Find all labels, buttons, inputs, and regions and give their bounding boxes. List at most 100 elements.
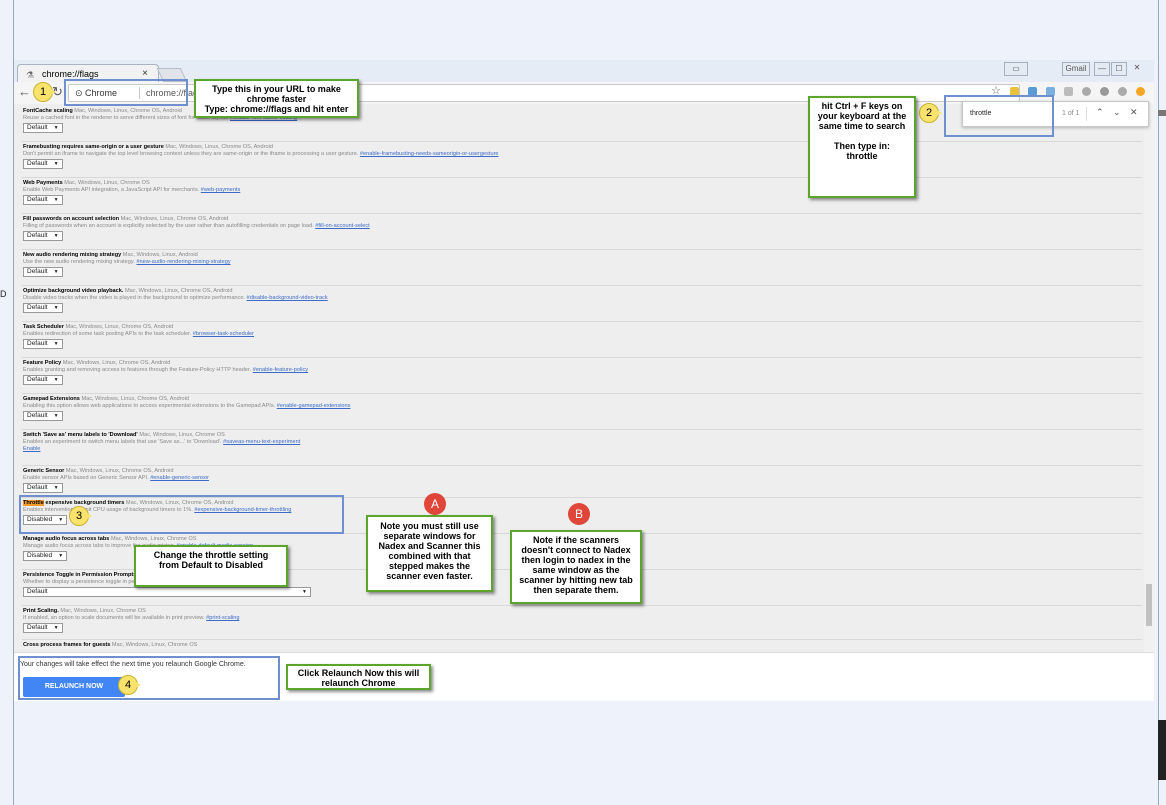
flag-anchor-link[interactable]: #browser-task-scheduler [193,331,254,337]
background-window-edge [1158,720,1166,780]
dropdown-arrow-icon: ▼ [53,125,59,131]
divider [22,141,1142,142]
flag-title: Task Scheduler [23,324,64,330]
divider [22,177,1142,178]
dropdown-arrow-icon: ▼ [53,625,59,631]
flag-platforms: Mac, Windows, Linux, Chrome OS, Android [165,144,273,150]
relaunch-highlight-box [18,656,280,700]
note-a-marker: A [424,493,446,515]
flag-anchor-link[interactable]: #saveas-menu-text-experiment [223,439,300,445]
back-arrow-icon[interactable]: ← [18,84,31,99]
flag-enable-link[interactable]: Enable [23,446,40,452]
flag-description: Enable Web Payments API integration, a J… [23,187,200,193]
flag-anchor-link[interactable]: #fill-on-account-select [315,223,369,229]
flag-description: Disable video tracks when the video is p… [23,295,246,301]
extension-icon[interactable] [1118,87,1127,96]
flag-select[interactable]: Default ▼ [23,339,63,349]
flag-select[interactable]: Default ▼ [23,303,63,313]
divider [22,321,1142,322]
dropdown-arrow-icon: ▼ [53,377,59,383]
flag-select[interactable]: Default ▼ [23,267,63,277]
flag-description: Enables granting and removing access to … [23,367,252,373]
flag-entry: Framebusting requires same-origin or a u… [23,144,499,169]
flag-select[interactable]: Default ▼ [23,123,63,133]
flag-description: Enables an experiment to switch menu lab… [23,439,222,445]
flag-title: Web Payments [23,180,63,186]
dropdown-arrow-icon: ▼ [53,269,59,275]
flag-anchor-link[interactable]: #web-payments [201,187,241,193]
flag-select[interactable]: Default ▼ [23,195,63,205]
scrollbar[interactable] [1144,104,1154,652]
gmail-badge[interactable]: Gmail [1062,62,1090,76]
flag-select[interactable]: Default ▼ [23,159,63,169]
divider [22,605,1142,606]
extension-icon[interactable] [1100,87,1109,96]
step-2-marker: 2 [919,103,942,123]
flag-anchor-link[interactable]: #print-scaling [206,615,239,621]
note-step-4: Click Relaunch Now this will relaunch Ch… [286,664,431,690]
flag-select[interactable]: Default ▼ [23,231,63,241]
flag-description: Don't permit an iframe to navigate the t… [23,151,359,157]
find-close-icon[interactable]: ✕ [1130,107,1138,118]
flag-title: FontCache scaling [23,108,73,114]
flag-select[interactable]: Default ▼ [23,483,63,493]
flag-platforms: Mac, Windows, Linux, Chrome OS, Android [62,360,171,366]
flag-entry: Task Scheduler Mac, Windows, Linux, Chro… [23,324,254,349]
minimize-button[interactable]: — [1094,62,1110,76]
close-window-button[interactable]: ✕ [1130,62,1144,74]
flag-description: Use the new audio rendering mixing strat… [23,259,135,265]
flag-platforms: Mac, Windows, Linux, Android [122,252,198,258]
step-4-marker: 4 [118,675,141,695]
note-b: Note if the scanners doesn't connect to … [510,530,642,604]
flag-anchor-link[interactable]: #enable-gamepad-extensions [277,403,351,409]
scrollbar-thumb[interactable] [1146,584,1152,626]
find-count: 1 of 1 [1062,110,1080,117]
extension-icon[interactable] [1064,87,1073,96]
flag-select[interactable]: Default ▼ [23,623,63,633]
background-window-edge [1158,110,1166,116]
divider [22,393,1142,394]
flag-entry: Feature Policy Mac, Windows, Linux, Chro… [23,360,308,385]
divider [22,429,1142,430]
flag-title: Cross process frames for guests [23,642,111,648]
menu-alert-icon[interactable] [1136,87,1145,96]
flag-select[interactable]: Default ▼ [23,375,63,385]
flag-select[interactable]: Disabled ▼ [23,551,68,561]
flag-platforms: Mac, Windows, Linux, Chrome OS, Android [74,108,182,114]
dropdown-arrow-icon: ▼ [53,233,59,239]
throttle-highlight-box [19,495,344,534]
flag-description: Enables redirection of some task posting… [23,331,192,337]
flag-anchor-link[interactable]: #disable-background-video-track [247,295,328,301]
note-step-1: Type this in your URL to make chrome fas… [194,79,359,118]
note-a: Note you must still use separate windows… [366,515,493,592]
flag-title: Persistence Toggle in Permission Prompts [23,572,137,578]
flag-entry: Generic Sensor Mac, Windows, Linux, Chro… [23,468,209,493]
flag-select[interactable]: Default ▼ [23,587,311,597]
dropdown-arrow-icon: ▼ [53,305,59,311]
flag-title: Fill passwords on account selection [23,216,120,222]
flag-anchor-link[interactable]: #enable-feature-policy [253,367,308,373]
divider [1086,107,1087,121]
find-prev-icon[interactable]: ⌃ [1096,107,1104,118]
flag-title: Feature Policy [23,360,62,366]
dropdown-arrow-icon: ▼ [53,197,59,203]
flag-entry: Optimize background video playback. Mac,… [23,288,328,313]
flag-platforms: Mac, Windows, Linux, Chrome OS, Android [65,468,174,474]
flag-entry: New audio rendering mixing strategy Mac,… [23,252,231,277]
find-next-icon[interactable]: ⌄ [1113,107,1121,118]
profile-icon[interactable]: ▭ [1004,62,1028,76]
extension-icon[interactable] [1082,87,1091,96]
step-1-marker: 1 [33,82,56,102]
flag-anchor-link[interactable]: #enable-framebusting-needs-sameorigin-or… [360,151,499,157]
flag-entry: Fill passwords on account selection Mac,… [23,216,370,241]
find-highlight-box [944,95,1054,137]
flag-title: Gamepad Extensions [23,396,80,402]
flag-platforms: Mac, Windows, Linux, Chrome OS [139,432,225,438]
divider [22,465,1142,466]
flag-anchor-link[interactable]: #enable-generic-sensor [150,475,209,481]
flag-platforms: Mac, Windows, Linux, Chrome OS [60,608,146,614]
flag-anchor-link[interactable]: #new-audio-rendering-mixing-strategy [136,259,230,265]
flag-select[interactable]: Default ▼ [23,411,63,421]
maximize-button[interactable]: ☐ [1111,62,1127,76]
flag-platforms: Mac, Windows, Linux, Chrome OS, Android [81,396,190,402]
